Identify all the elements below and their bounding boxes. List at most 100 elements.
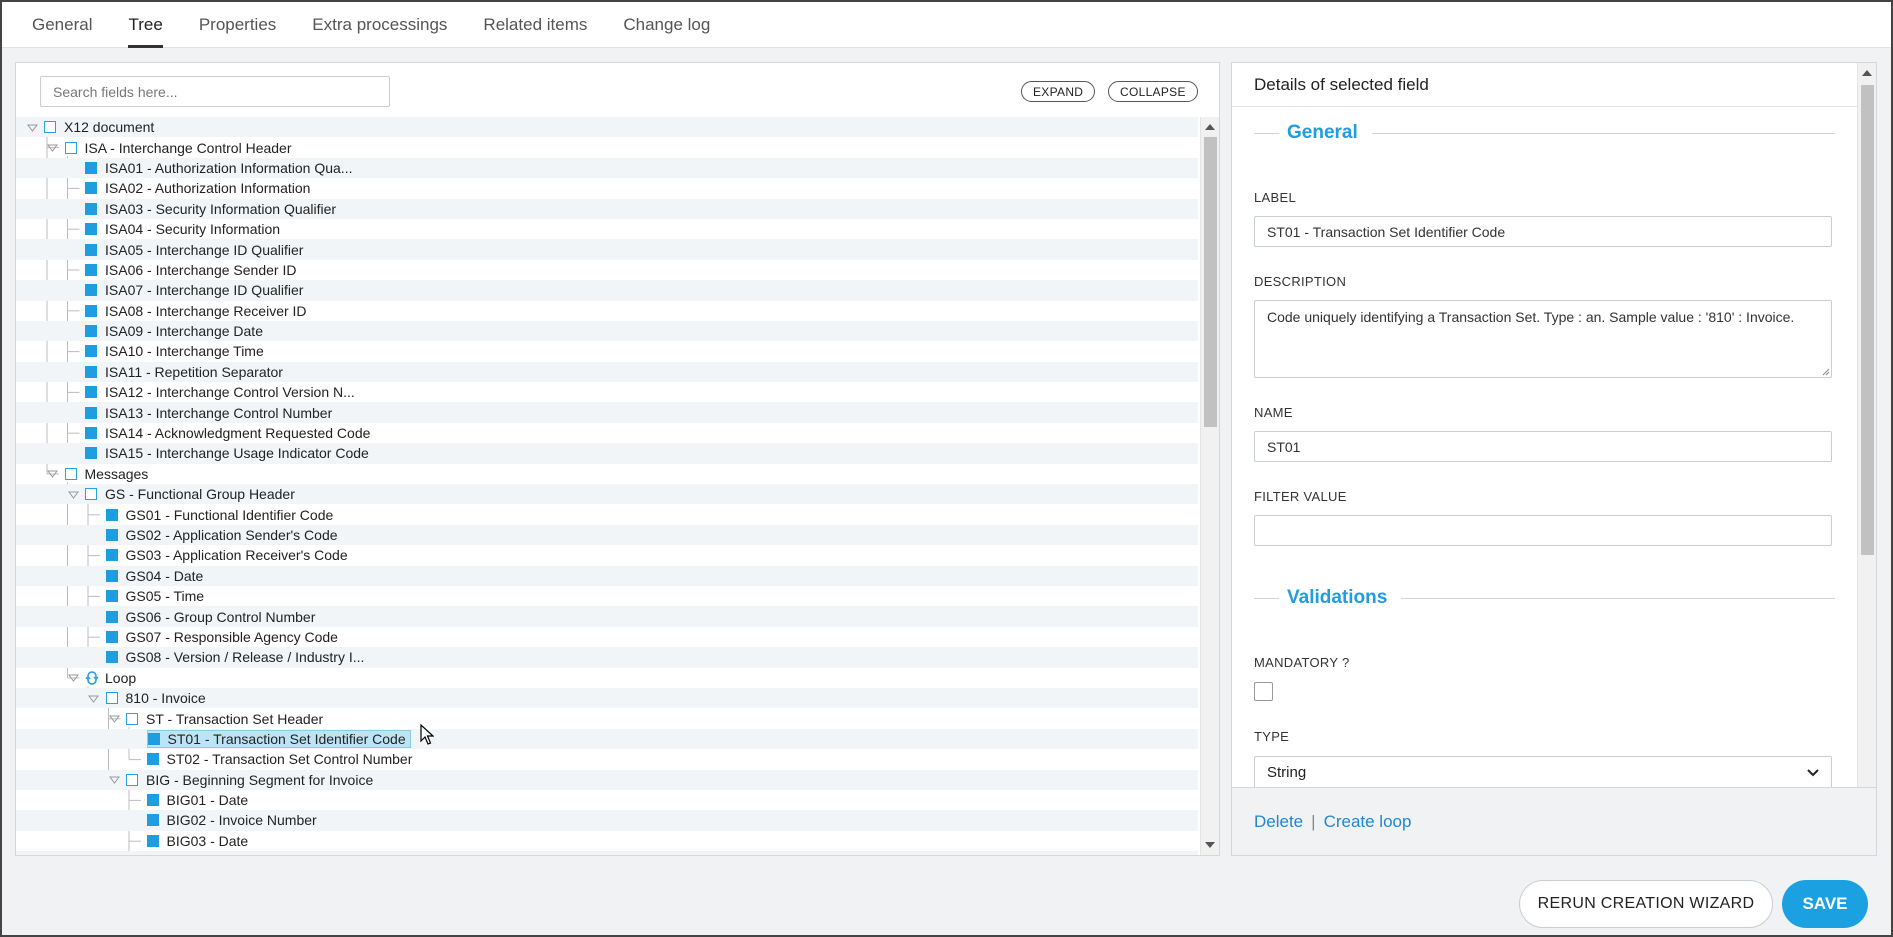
tree-field-node[interactable]: GS06 - Group Control Number [16,606,1198,627]
details-scroll-up-icon[interactable] [1862,70,1872,76]
tree-node-content[interactable]: GS07 - Responsible Agency Code [105,627,342,647]
type-select[interactable]: String [1254,756,1832,788]
collapse-toggle-icon[interactable] [47,142,59,154]
tab-related-items[interactable]: Related items [465,2,605,47]
tree-node-content[interactable]: ISA - Interchange Control Header [47,137,296,157]
tree-node-content[interactable]: 810 - Invoice [88,688,210,708]
tree-field-node[interactable]: ISA09 - Interchange Date [16,320,1198,342]
collapse-toggle-icon[interactable] [108,713,120,725]
tree-node-content[interactable]: ISA10 - Interchange Time [85,341,268,361]
tree-field-node[interactable]: ISA12 - Interchange Control Version N... [16,382,1198,402]
tree-node-content[interactable]: ISA03 - Security Information Qualifier [85,199,340,219]
tree-field-node[interactable]: GS02 - Application Sender's Code [16,524,1198,546]
collapse-toggle-icon[interactable] [88,692,100,704]
tree-field-node[interactable]: ISA01 - Authorization Information Qua... [16,157,1198,179]
tree-group-node[interactable]: Messages [16,464,1198,484]
collapse-toggle-icon[interactable] [67,488,79,500]
tree-field-node[interactable]: ISA06 - Interchange Sender ID [16,260,1198,280]
name-input[interactable] [1254,431,1832,462]
tree-node-content[interactable]: ST02 - Transaction Set Control Number [146,749,417,769]
tree-scroll-thumb[interactable] [1204,137,1217,427]
tab-properties[interactable]: Properties [181,2,294,47]
scroll-up-arrow-icon[interactable] [1205,124,1215,130]
tree-node-content[interactable]: Messages [47,464,153,484]
tree-field-node[interactable]: ISA03 - Security Information Qualifier [16,198,1198,219]
tree-group-node[interactable]: 810 - Invoice [16,687,1198,709]
scroll-down-arrow-icon[interactable] [1205,842,1215,848]
tree-field-node[interactable]: ISA14 - Acknowledgment Requested Code [16,423,1198,443]
create-loop-link[interactable]: Create loop [1324,812,1412,832]
tree-field-node[interactable]: ISA05 - Interchange ID Qualifier [16,239,1198,260]
tree-field-node[interactable]: ISA10 - Interchange Time [16,341,1198,361]
tree-field-node[interactable]: ISA02 - Authorization Information [16,178,1198,198]
tree-node-content[interactable]: ISA05 - Interchange ID Qualifier [85,239,307,259]
expand-button[interactable]: EXPAND [1021,81,1096,102]
save-button[interactable]: SAVE [1782,880,1868,928]
tree-node-content[interactable]: BIG03 - Date [146,831,253,851]
tree-field-node[interactable]: GS01 - Functional Identifier Code [16,504,1198,524]
tab-general[interactable]: General [30,2,110,47]
tree-group-node[interactable]: BIG - Beginning Segment for Invoice [16,769,1198,790]
tree-node-content[interactable]: ISA15 - Interchange Usage Indicator Code [85,443,373,463]
tree-group-node[interactable]: ISA - Interchange Control Header [16,137,1198,157]
collapse-toggle-icon[interactable] [47,468,59,480]
tab-tree[interactable]: Tree [110,2,180,48]
description-textarea[interactable]: Code uniquely identifying a Transaction … [1254,300,1832,378]
details-scrollbar[interactable] [1857,63,1876,788]
tree-node-content[interactable]: ISA09 - Interchange Date [85,321,267,341]
tree-node-content[interactable]: GS05 - Time [105,586,209,606]
tree-group-node[interactable]: GS - Functional Group Header [16,484,1198,505]
tree-node-content[interactable]: ISA01 - Authorization Information Qua... [85,158,356,178]
tree-field-node[interactable]: BIG02 - Invoice Number [16,810,1198,831]
collapse-toggle-icon[interactable] [108,774,120,786]
tree-field-node[interactable]: ST02 - Transaction Set Control Number [16,749,1198,769]
tree-node-content[interactable]: BIG02 - Invoice Number [146,810,321,830]
tree-node-content[interactable]: ISA11 - Repetition Separator [85,362,287,382]
collapse-toggle-icon[interactable] [26,121,38,133]
tree-node-content[interactable]: ST - Transaction Set Header [108,708,327,728]
tree-node-content[interactable]: GS04 - Date [105,566,208,586]
tree-node-content[interactable]: ISA04 - Security Information [85,219,284,239]
tree-field-node[interactable]: ISA04 - Security Information [16,219,1198,239]
tree-scrollbar[interactable] [1200,117,1219,855]
tree-node-content[interactable]: ISA07 - Interchange ID Qualifier [85,280,307,300]
tree-group-node[interactable]: ST - Transaction Set Header [16,708,1198,728]
tree-field-node[interactable]: GS07 - Responsible Agency Code [16,627,1198,647]
tree-node-content[interactable]: BIG - Beginning Segment for Invoice [108,770,377,790]
tab-extra-processings[interactable]: Extra processings [294,2,465,47]
tree-node-content[interactable]: BIG01 - Date [146,790,253,810]
tree-field-node[interactable]: GS08 - Version / Release / Industry I... [16,647,1198,668]
tab-change-log[interactable]: Change log [605,2,728,47]
collapse-toggle-icon[interactable] [67,672,79,684]
tree-node-content[interactable]: X12 document [26,117,158,137]
tree-field-node[interactable]: GS03 - Application Receiver's Code [16,545,1198,565]
tree-node-content[interactable]: GS - Functional Group Header [67,484,299,504]
rerun-creation-wizard-button[interactable]: RERUN CREATION WIZARD [1519,880,1773,928]
tree-field-node[interactable]: ISA08 - Interchange Receiver ID [16,301,1198,321]
tree-node-content[interactable]: ISA08 - Interchange Receiver ID [85,301,311,321]
tree-node-content[interactable]: ISA06 - Interchange Sender ID [85,260,300,280]
mandatory-checkbox[interactable] [1254,682,1273,701]
tree-node-content[interactable]: ISA12 - Interchange Control Version N... [85,382,359,402]
tree-node-content[interactable]: GS03 - Application Receiver's Code [105,545,352,565]
tree-field-node[interactable]: BIG03 - Date [16,831,1198,851]
resize-grip-icon[interactable] [1820,366,1830,376]
selected-tree-node[interactable]: ST01 - Transaction Set Identifier Code [146,729,411,748]
search-fields-input[interactable] [40,76,390,107]
tree-field-node[interactable]: GS05 - Time [16,586,1198,606]
tree-node-content[interactable]: GS01 - Functional Identifier Code [105,504,338,524]
tree-node-content[interactable]: ISA13 - Interchange Control Number [85,402,336,422]
details-scroll-thumb[interactable] [1861,85,1874,555]
tree-field-node[interactable]: BIG04 - Purchase Order Number [16,851,1198,855]
delete-link[interactable]: Delete [1254,812,1303,832]
tree-loop-node[interactable]: Loop [16,668,1198,688]
collapse-button[interactable]: COLLAPSE [1108,81,1198,102]
tree-field-node[interactable]: ISA15 - Interchange Usage Indicator Code [16,443,1198,464]
label-input[interactable] [1254,216,1832,247]
tree-node-content[interactable]: BIG04 - Purchase Order Number [147,851,376,855]
tree-node-content[interactable]: ISA14 - Acknowledgment Requested Code [85,423,374,443]
tree-node-content[interactable]: GS06 - Group Control Number [105,606,320,626]
tree-field-node[interactable]: ST01 - Transaction Set Identifier Code [16,728,1198,750]
tree-node-content[interactable]: ISA02 - Authorization Information [85,178,314,198]
tree-field-node[interactable]: ISA07 - Interchange ID Qualifier [16,280,1198,301]
